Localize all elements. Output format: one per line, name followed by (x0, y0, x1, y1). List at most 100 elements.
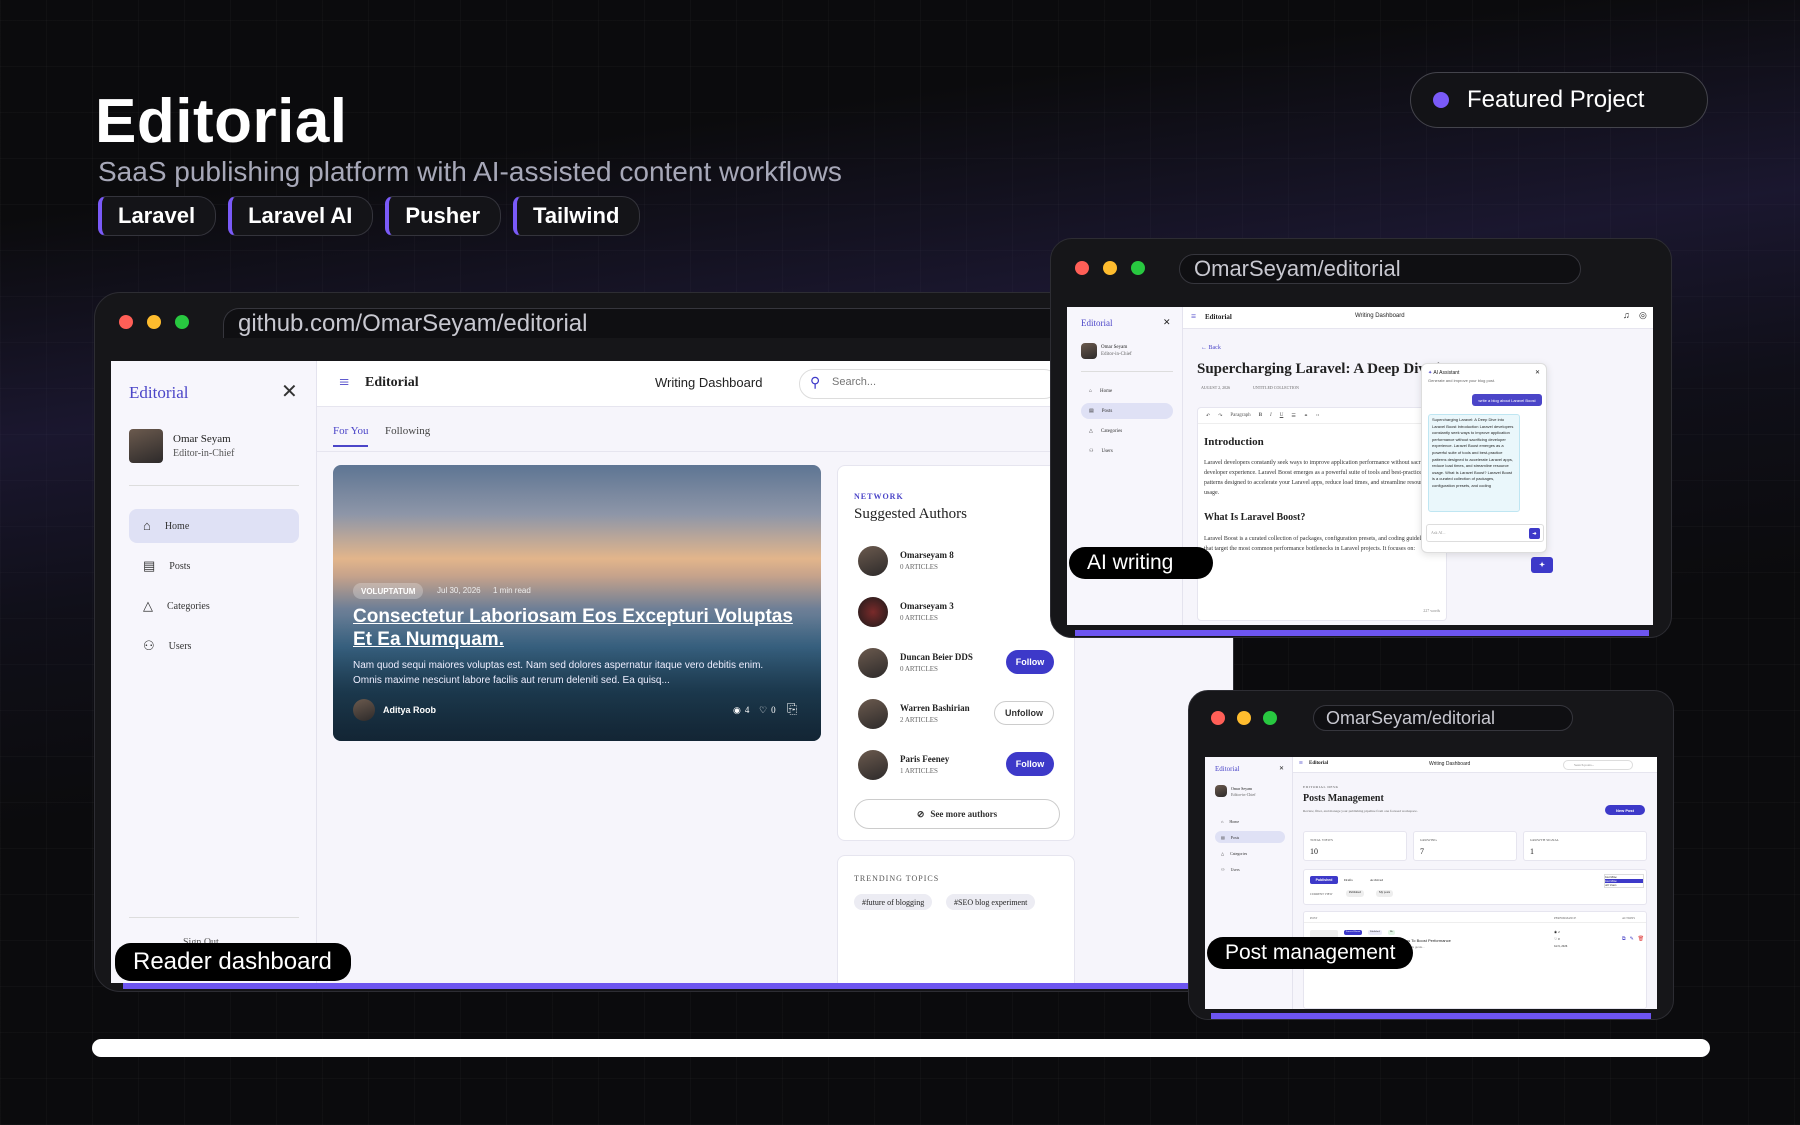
link-icon[interactable]: ⚭ (1304, 413, 1308, 419)
avatar (858, 699, 888, 729)
account-icon[interactable]: ◎ (1639, 310, 1647, 321)
post-title[interactable]: Supercharging Laravel: A Deep Dive into … (1197, 361, 1447, 378)
like-count[interactable]: ♡ 0 (759, 705, 776, 716)
owner-dropdown[interactable]: Just Mine Just Mine All Users (1604, 874, 1644, 888)
follow-button[interactable]: Follow (1006, 650, 1054, 674)
author-name[interactable]: Duncan Beier DDS (900, 652, 973, 662)
menu-icon[interactable]: ≡ (339, 372, 349, 393)
author-name[interactable]: Paris Feeney (900, 754, 949, 764)
post-excerpt: Nam quod sequi maiores voluptas est. Nam… (353, 660, 764, 686)
format-select[interactable]: Paragraph (1230, 413, 1250, 418)
search-input[interactable]: Search posts... (1563, 760, 1633, 770)
ai-writing-window: OmarSeyam/editorial Editorial ✕ Omar Sey… (1050, 238, 1672, 638)
post-collection: UNTITLED COLLECTION (1253, 385, 1299, 390)
redo-icon[interactable]: ↷ (1218, 413, 1222, 419)
topic-chip[interactable]: #SEO blog experiment (946, 894, 1036, 910)
sidebar-item-categories[interactable]: △ Categories (129, 589, 299, 623)
shapes-icon: △ (143, 598, 153, 613)
sidebar-item-posts[interactable]: ▤ Posts (1215, 831, 1285, 843)
author-articles: 1 ARTICLES (900, 767, 938, 775)
maximize-dot-icon[interactable] (1263, 711, 1277, 725)
send-icon[interactable]: ➜ (1529, 528, 1540, 539)
user-role: Editor-in-Chief (1231, 792, 1256, 797)
divider (1081, 371, 1173, 372)
author-name[interactable]: Warren Bashirian (900, 703, 970, 713)
sidebar-item-home[interactable]: ⌂ Home (1081, 383, 1173, 399)
assistant-input[interactable]: Ask AI... ➜ (1426, 524, 1544, 542)
sidebar-item-home[interactable]: ⌂ Home (129, 509, 299, 543)
view-chip[interactable]: My posts (1376, 890, 1394, 897)
menu-icon[interactable]: ≡ (1299, 759, 1303, 767)
user-name: Omar Seyam (1231, 786, 1252, 791)
author-name[interactable]: Omarseyam 8 (900, 550, 954, 560)
minimize-dot-icon[interactable] (1237, 711, 1251, 725)
trending-topics-panel: TRENDING TOPICS #future of blogging #SEO… (837, 855, 1075, 983)
trash-icon[interactable]: 🗑 (1638, 936, 1644, 942)
user-role: Editor-in-Chief (173, 448, 235, 459)
sidebar-item-posts[interactable]: ▤ Posts (129, 549, 299, 583)
tab-following[interactable]: Following (385, 425, 430, 437)
sidebar-item-categories[interactable]: △ Categories (1081, 423, 1173, 439)
sidebar-item-categories[interactable]: △ Categories (1215, 847, 1285, 859)
close-icon[interactable]: ✕ (1163, 317, 1171, 328)
minimize-dot-icon[interactable] (147, 315, 161, 329)
close-icon[interactable]: ✕ (1535, 369, 1540, 376)
search-icon: ⚲ (810, 376, 821, 391)
row-likes: ♡ 0 (1554, 937, 1560, 941)
address-bar[interactable]: OmarSeyam/editorial (1179, 254, 1581, 284)
open-icon[interactable]: ⧉ (1622, 936, 1626, 942)
category-badge[interactable]: VOLUPTATUM (353, 583, 424, 599)
sidebar-item-users[interactable]: ⚇ Users (1215, 863, 1285, 875)
back-link[interactable]: ← Back (1201, 345, 1221, 351)
sidebar-item-users[interactable]: ⚇ Users (129, 629, 299, 663)
panel-title: Suggested Authors (854, 506, 967, 522)
bell-icon[interactable]: ♫ (1623, 310, 1630, 320)
filter-archived[interactable]: Archived (1370, 878, 1383, 882)
sidebar-brand[interactable]: Editorial (129, 383, 188, 403)
address-bar[interactable]: OmarSeyam/editorial (1313, 705, 1573, 731)
author-name[interactable]: Aditya Roob (383, 705, 436, 715)
close-icon[interactable]: ✕ (1279, 765, 1284, 772)
underline-icon[interactable]: U (1280, 413, 1284, 418)
topic-chip[interactable]: #future of blogging (854, 894, 933, 910)
close-icon[interactable]: ✕ (281, 379, 298, 404)
follow-button[interactable]: Follow (1006, 752, 1054, 776)
filter-published[interactable]: Published (1310, 876, 1338, 884)
featured-post-card[interactable]: VOLUPTATUM Jul 30, 2026 1 min read Conse… (333, 465, 821, 741)
code-icon[interactable]: ‹› (1316, 413, 1319, 418)
minimize-dot-icon[interactable] (1103, 261, 1117, 275)
filter-drafts[interactable]: Drafts (1344, 878, 1353, 882)
editor[interactable]: ↶ ↷ Paragraph B I U ☰ ⚭ ‹› Introduction Laravel … (1197, 407, 1447, 621)
see-more-label: See more authors (930, 809, 998, 819)
new-post-button[interactable]: New Post (1605, 805, 1645, 815)
undo-icon[interactable]: ↶ (1206, 413, 1210, 419)
unfollow-button[interactable]: Unfollow (994, 701, 1054, 725)
col-performance: PERFORMANCE (1554, 916, 1577, 920)
see-more-authors-button[interactable]: ⊘ See more authors (854, 799, 1060, 829)
sidebar-item-users[interactable]: ⚇ Users (1081, 443, 1173, 459)
close-dot-icon[interactable] (1075, 261, 1089, 275)
sidebar-item-posts[interactable]: ▤ Posts (1081, 403, 1173, 419)
search-box[interactable]: ⚲ (799, 369, 1059, 399)
sidebar-brand[interactable]: Editorial (1215, 765, 1240, 773)
maximize-dot-icon[interactable] (1131, 261, 1145, 275)
bookmark-icon[interactable]: ⎘ (787, 701, 797, 717)
menu-icon[interactable]: ≡ (1191, 311, 1196, 321)
sidebar-brand[interactable]: Editorial (1081, 318, 1113, 328)
edit-icon[interactable]: ✎ (1630, 936, 1634, 942)
close-dot-icon[interactable] (119, 315, 133, 329)
italic-icon[interactable]: I (1270, 413, 1272, 418)
search-input[interactable] (832, 376, 952, 388)
post-title[interactable]: Consectetur Laboriosam Eos Excepturi Vol… (353, 605, 803, 651)
view-chip[interactable]: Published (1346, 890, 1364, 897)
close-dot-icon[interactable] (1211, 711, 1225, 725)
list-icon[interactable]: ☰ (1291, 413, 1295, 419)
tab-for-you[interactable]: For You (333, 425, 369, 447)
dropdown-option[interactable]: All Users (1605, 883, 1643, 887)
bold-icon[interactable]: B (1259, 413, 1262, 418)
ai-toggle-button[interactable]: ✦ (1531, 557, 1553, 573)
sidebar-item-home[interactable]: ⌂ Home (1215, 815, 1285, 827)
maximize-dot-icon[interactable] (175, 315, 189, 329)
sidebar-item-label: Posts (1101, 408, 1113, 414)
author-name[interactable]: Omarseyam 3 (900, 601, 954, 611)
